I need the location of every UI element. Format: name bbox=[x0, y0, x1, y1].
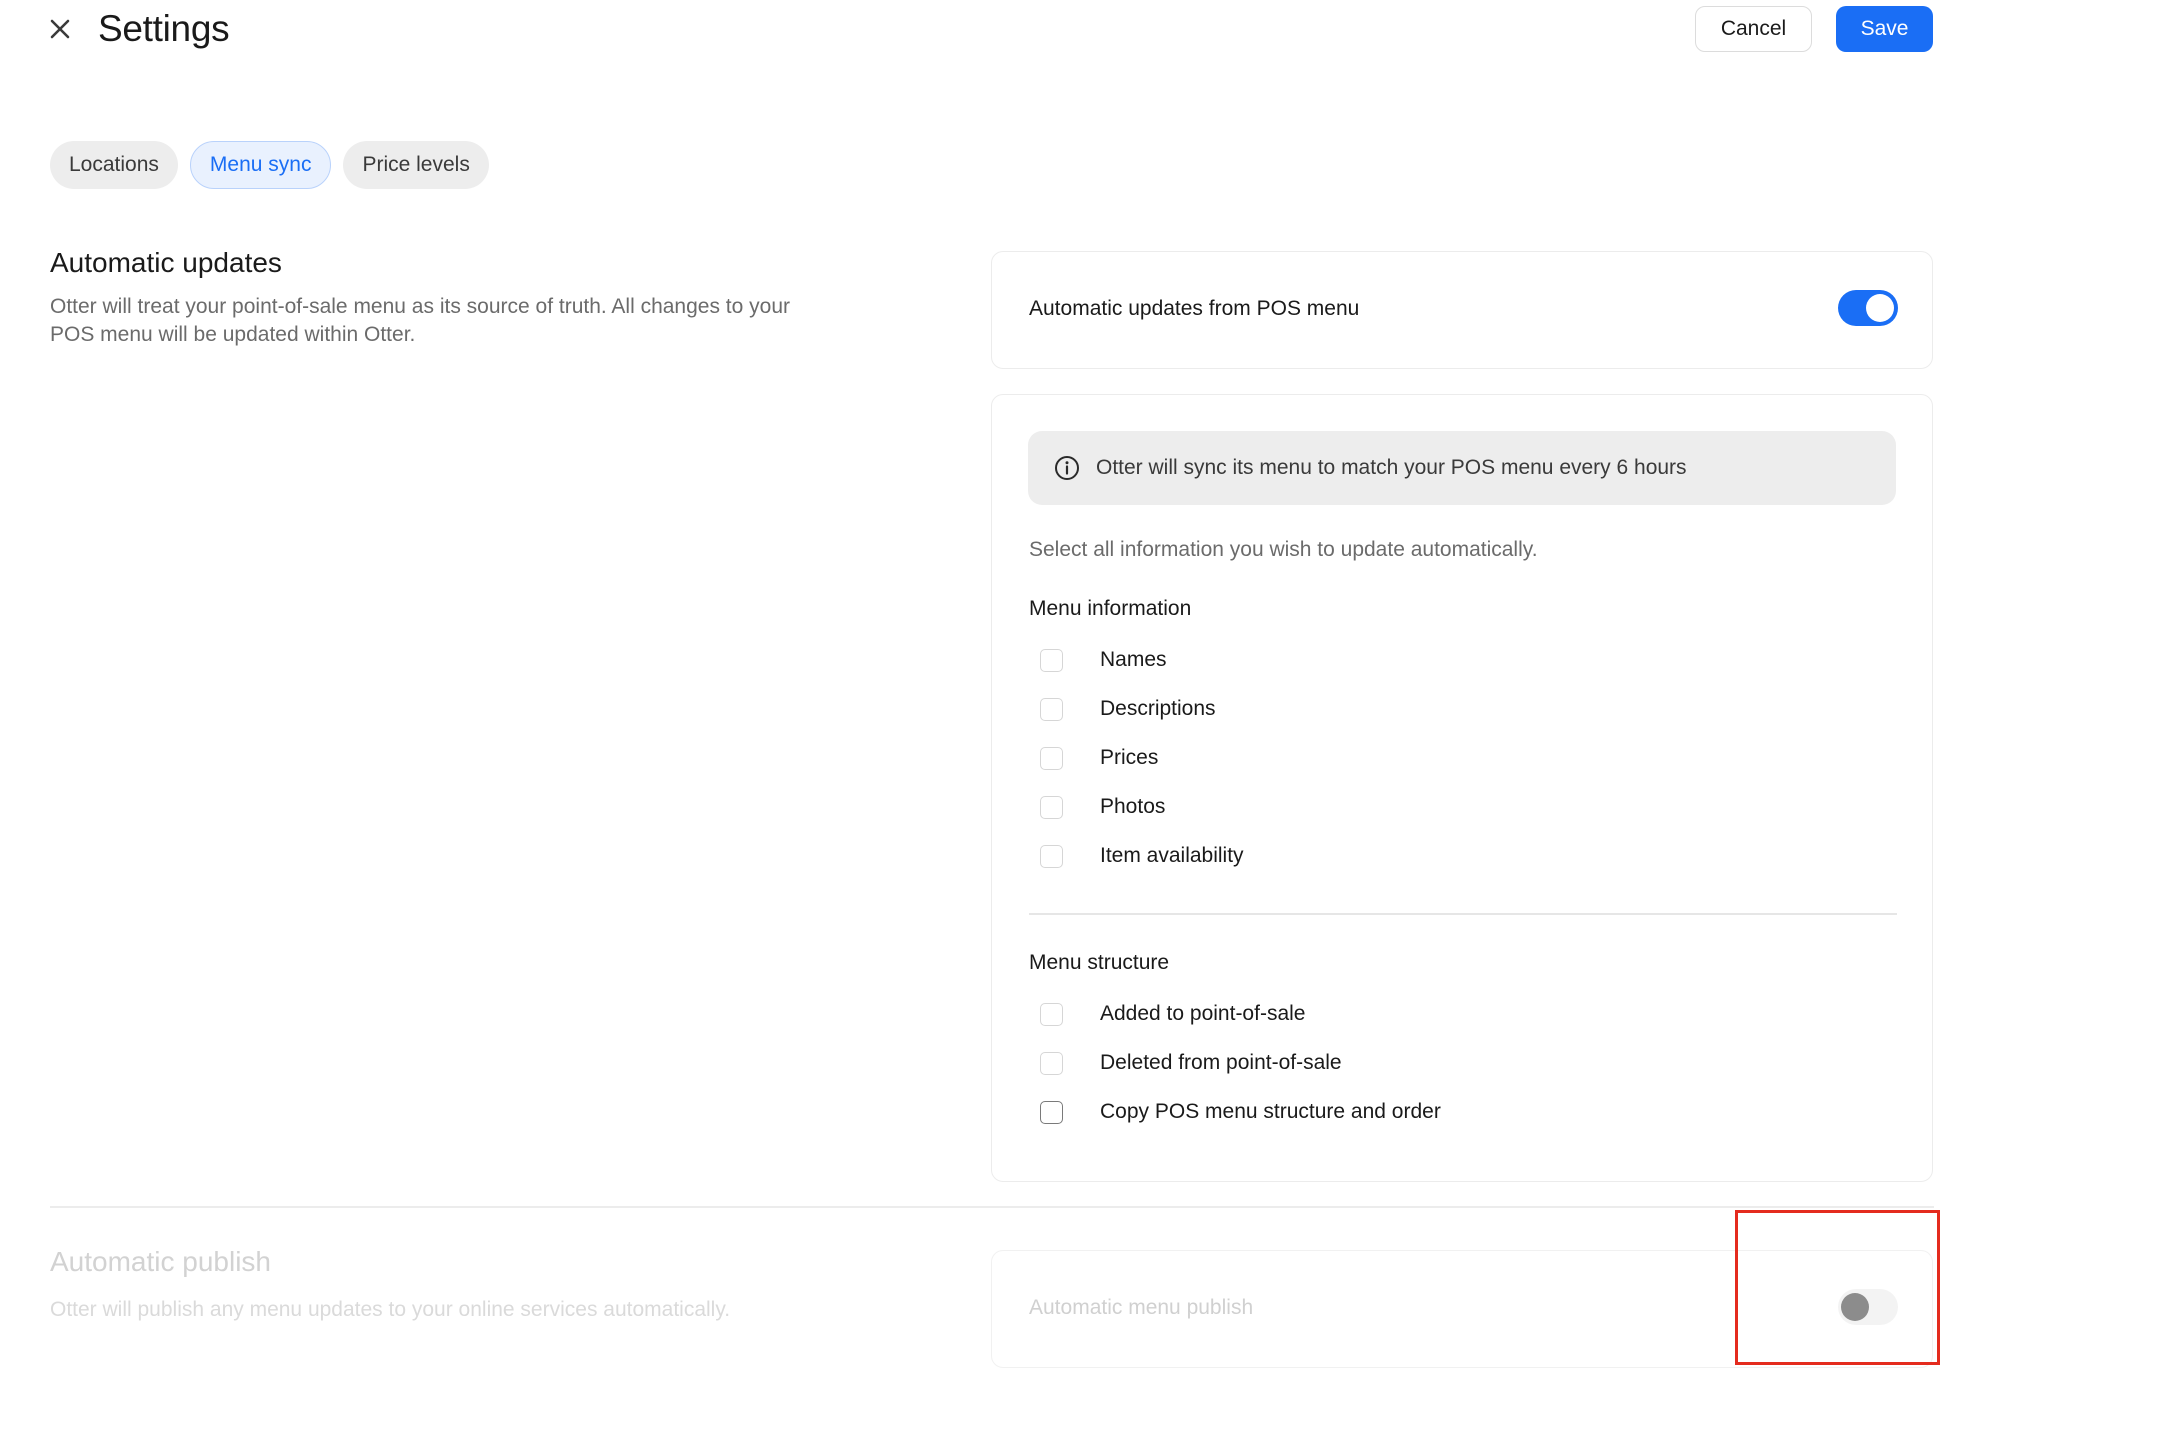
checkbox-label: Copy POS menu structure and order bbox=[1100, 1100, 1441, 1123]
sync-info-banner: Otter will sync its menu to match your P… bbox=[1028, 431, 1896, 505]
checkbox[interactable] bbox=[1040, 1051, 1063, 1075]
checkbox-row-added-to-pos[interactable]: Added to point-of-sale bbox=[1040, 999, 1305, 1029]
checkbox-row-names[interactable]: Names bbox=[1040, 645, 1167, 675]
settings-page: Settings Cancel Save Locations Menu sync… bbox=[0, 0, 2158, 1438]
checkbox-label: Descriptions bbox=[1100, 697, 1216, 720]
checkbox[interactable] bbox=[1040, 844, 1063, 868]
checkbox-label: Prices bbox=[1100, 746, 1159, 769]
checkbox-row-descriptions[interactable]: Descriptions bbox=[1040, 694, 1216, 724]
automatic-updates-title: Automatic updates bbox=[50, 247, 282, 278]
settings-tabs: Locations Menu sync Price levels bbox=[50, 141, 489, 189]
select-helper-text: Select all information you wish to updat… bbox=[1029, 538, 1538, 561]
section-divider bbox=[50, 1206, 1934, 1208]
automatic-publish-toggle-card: Automatic menu publish bbox=[991, 1250, 1933, 1368]
automatic-updates-toggle-label: Automatic updates from POS menu bbox=[1029, 297, 1360, 320]
checkbox-row-prices[interactable]: Prices bbox=[1040, 743, 1158, 773]
checkbox-label: Item availability bbox=[1100, 844, 1244, 867]
automatic-updates-toggle-card: Automatic updates from POS menu bbox=[991, 251, 1933, 369]
automatic-publish-toggle-label: Automatic menu publish bbox=[1029, 1296, 1254, 1319]
menu-information-heading: Menu information bbox=[1029, 597, 1192, 620]
checkbox[interactable] bbox=[1040, 795, 1063, 819]
checkbox-row-deleted-from-pos[interactable]: Deleted from point-of-sale bbox=[1040, 1048, 1342, 1078]
menu-structure-heading: Menu structure bbox=[1029, 951, 1170, 974]
checkbox[interactable] bbox=[1040, 648, 1063, 672]
checkbox-label: Names bbox=[1100, 648, 1167, 671]
tab-locations[interactable]: Locations bbox=[50, 141, 178, 189]
tab-price-levels[interactable]: Price levels bbox=[343, 141, 489, 189]
page-title: Settings bbox=[98, 8, 230, 49]
checkbox[interactable] bbox=[1040, 746, 1063, 770]
checkbox-label: Added to point-of-sale bbox=[1100, 1002, 1306, 1025]
toggle-knob bbox=[1841, 1293, 1869, 1321]
automatic-publish-description: Otter will publish any menu updates to y… bbox=[50, 1298, 731, 1321]
sync-info-text: Otter will sync its menu to match your P… bbox=[1096, 456, 1687, 479]
options-divider bbox=[1029, 913, 1897, 915]
checkbox[interactable] bbox=[1040, 697, 1063, 721]
checkbox-row-photos[interactable]: Photos bbox=[1040, 792, 1165, 822]
checkbox-row-copy-structure[interactable]: Copy POS menu structure and order bbox=[1040, 1097, 1441, 1127]
toggle-knob bbox=[1866, 294, 1894, 322]
tab-menu-sync[interactable]: Menu sync bbox=[189, 141, 332, 189]
checkbox-label: Photos bbox=[1100, 795, 1166, 818]
sync-options-card: Otter will sync its menu to match your P… bbox=[991, 394, 1933, 1182]
close-icon bbox=[50, 19, 70, 39]
close-button[interactable] bbox=[46, 14, 74, 44]
automatic-publish-toggle[interactable] bbox=[1838, 1289, 1898, 1325]
cancel-button[interactable]: Cancel bbox=[1695, 6, 1812, 52]
checkbox-row-item-availability[interactable]: Item availability bbox=[1040, 841, 1244, 871]
automatic-updates-toggle[interactable] bbox=[1838, 290, 1898, 326]
checkbox[interactable] bbox=[1040, 1100, 1063, 1124]
automatic-updates-description: Otter will treat your point-of-sale menu… bbox=[50, 295, 791, 346]
checkbox[interactable] bbox=[1040, 1002, 1063, 1026]
automatic-publish-title: Automatic publish bbox=[50, 1246, 272, 1277]
info-icon bbox=[1055, 456, 1079, 480]
checkbox-label: Deleted from point-of-sale bbox=[1100, 1051, 1342, 1074]
save-button[interactable]: Save bbox=[1836, 6, 1933, 52]
